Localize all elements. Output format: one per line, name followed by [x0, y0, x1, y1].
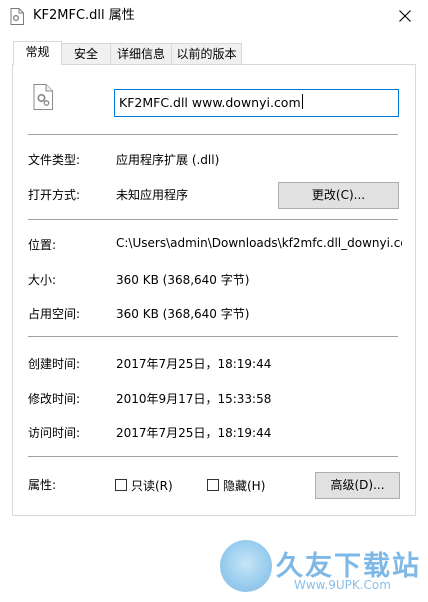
watermark-url: Www.9UPK.Com: [294, 578, 391, 592]
readonly-checkbox[interactable]: [115, 479, 127, 491]
size-label: 大小:: [28, 273, 57, 287]
location-label: 位置:: [28, 238, 57, 252]
created-label: 创建时间:: [28, 357, 81, 371]
advanced-button[interactable]: 高级(D)...: [315, 472, 400, 499]
size-on-disk-value: 360 KB (368,640 字节): [116, 307, 250, 321]
close-icon: [399, 10, 411, 22]
file-name-input[interactable]: KF2MFC.dll www.downyi.com: [114, 89, 399, 117]
tab-details[interactable]: 详细信息: [110, 43, 172, 64]
dll-file-icon: [33, 84, 53, 110]
tab-general[interactable]: 常规: [13, 41, 62, 65]
dll-file-icon: [10, 8, 24, 25]
separator: [28, 134, 398, 135]
title-bar: KF2MFC.dll 属性: [0, 0, 428, 34]
opens-with-label: 打开方式:: [28, 188, 81, 202]
modified-value: 2010年9月17日，15:33:58: [116, 392, 272, 406]
change-button[interactable]: 更改(C)...: [278, 182, 399, 209]
separator: [28, 219, 398, 220]
tab-security[interactable]: 安全: [61, 43, 111, 64]
file-type-value: 应用程序扩展 (.dll): [116, 153, 220, 167]
separator: [28, 456, 398, 457]
watermark-logo: 久友下载站 Www.9UPK.Com: [210, 538, 425, 598]
size-value: 360 KB (368,640 字节): [116, 273, 250, 287]
readonly-label[interactable]: 只读(R): [131, 477, 173, 494]
separator: [28, 336, 398, 337]
watermark-globe-icon: [220, 540, 272, 592]
window-title: KF2MFC.dll 属性: [33, 8, 135, 23]
created-value: 2017年7月25日，18:19:44: [116, 357, 272, 371]
general-panel: [12, 64, 416, 516]
location-value: C:\Users\admin\Downloads\kf2mfc.dll_down…: [116, 236, 402, 250]
hidden-checkbox[interactable]: [207, 479, 219, 491]
modified-label: 修改时间:: [28, 392, 81, 406]
tab-previous-versions[interactable]: 以前的版本: [171, 43, 242, 64]
opens-with-value: 未知应用程序: [116, 188, 189, 202]
hidden-label[interactable]: 隐藏(H): [223, 477, 265, 494]
size-on-disk-label: 占用空间:: [28, 307, 81, 321]
close-button[interactable]: [382, 0, 428, 32]
file-type-label: 文件类型:: [28, 153, 81, 167]
accessed-value: 2017年7月25日，18:19:44: [116, 426, 272, 440]
accessed-label: 访问时间:: [28, 426, 81, 440]
attributes-label: 属性:: [28, 478, 57, 492]
